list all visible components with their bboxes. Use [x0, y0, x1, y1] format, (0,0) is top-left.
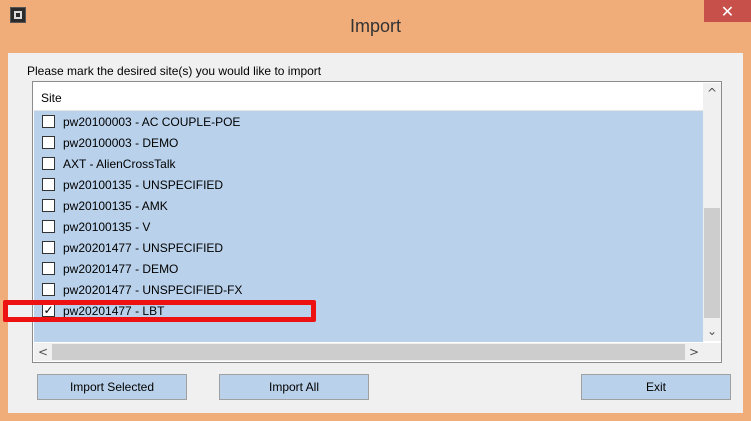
- list-item-label: pw20201477 - UNSPECIFIED: [63, 241, 224, 255]
- red-highlight-annotation: [3, 300, 316, 322]
- checkbox-unchecked[interactable]: [42, 115, 55, 128]
- list-item-label: pw20100135 - V: [63, 220, 151, 234]
- list-item[interactable]: AXT - AlienCrossTalk: [34, 153, 703, 174]
- checkbox-unchecked[interactable]: [42, 220, 55, 233]
- instruction-label: Please mark the desired site(s) you woul…: [27, 64, 322, 78]
- scroll-right-icon[interactable]: >: [685, 343, 703, 361]
- list-item[interactable]: pw20201477 - UNSPECIFIED-FX: [34, 279, 703, 300]
- checkbox-unchecked[interactable]: [42, 157, 55, 170]
- list-item[interactable]: pw20100135 - AMK: [34, 195, 703, 216]
- list-item[interactable]: pw20100003 - AC COUPLE-POE: [34, 111, 703, 132]
- list-item-label: pw20100135 - AMK: [63, 199, 168, 213]
- title-bar[interactable]: Import ✕: [0, 0, 751, 46]
- list-item-label: pw20100003 - DEMO: [63, 136, 179, 150]
- checkbox-unchecked[interactable]: [42, 262, 55, 275]
- import-selected-button[interactable]: Import Selected: [37, 374, 187, 400]
- close-icon: ✕: [720, 1, 735, 21]
- checkbox-unchecked[interactable]: [42, 136, 55, 149]
- list-item[interactable]: pw20100135 - V: [34, 216, 703, 237]
- list-item-label: pw20100135 - UNSPECIFIED: [63, 178, 224, 192]
- exit-button[interactable]: Exit: [581, 374, 731, 400]
- close-button[interactable]: ✕: [704, 0, 751, 22]
- scroll-left-icon[interactable]: <: [34, 343, 52, 361]
- checkbox-unchecked[interactable]: [42, 178, 55, 191]
- horizontal-scroll-thumb[interactable]: [52, 344, 685, 360]
- list-item-label: pw20201477 - UNSPECIFIED-FX: [63, 283, 243, 297]
- scroll-down-icon[interactable]: ⌄: [703, 321, 721, 341]
- list-item-label: AXT - AlienCrossTalk: [63, 157, 176, 171]
- vertical-scrollbar[interactable]: ^ ⌄: [703, 83, 721, 341]
- import-all-button[interactable]: Import All: [219, 374, 369, 400]
- list-item-label: pw20100003 - AC COUPLE-POE: [63, 115, 241, 129]
- list-item[interactable]: pw20100003 - DEMO: [34, 132, 703, 153]
- window-title: Import: [349, 16, 401, 36]
- vertical-scroll-thumb[interactable]: [704, 208, 720, 318]
- list-item[interactable]: pw20201477 - DEMO: [34, 258, 703, 279]
- checkbox-unchecked[interactable]: [42, 241, 55, 254]
- scrollbar-corner: [703, 343, 721, 361]
- checkbox-unchecked[interactable]: [42, 283, 55, 296]
- list-item[interactable]: pw20100135 - UNSPECIFIED: [34, 174, 703, 195]
- column-header-site: Site: [41, 91, 62, 105]
- scroll-up-icon[interactable]: ^: [703, 83, 721, 103]
- checkbox-unchecked[interactable]: [42, 199, 55, 212]
- horizontal-scrollbar[interactable]: < >: [34, 343, 703, 361]
- list-item-label: pw20201477 - DEMO: [63, 262, 179, 276]
- import-dialog-window: Import ✕ Please mark the desired site(s)…: [0, 0, 751, 421]
- list-item[interactable]: pw20201477 - UNSPECIFIED: [34, 237, 703, 258]
- list-column-header[interactable]: Site: [34, 83, 703, 111]
